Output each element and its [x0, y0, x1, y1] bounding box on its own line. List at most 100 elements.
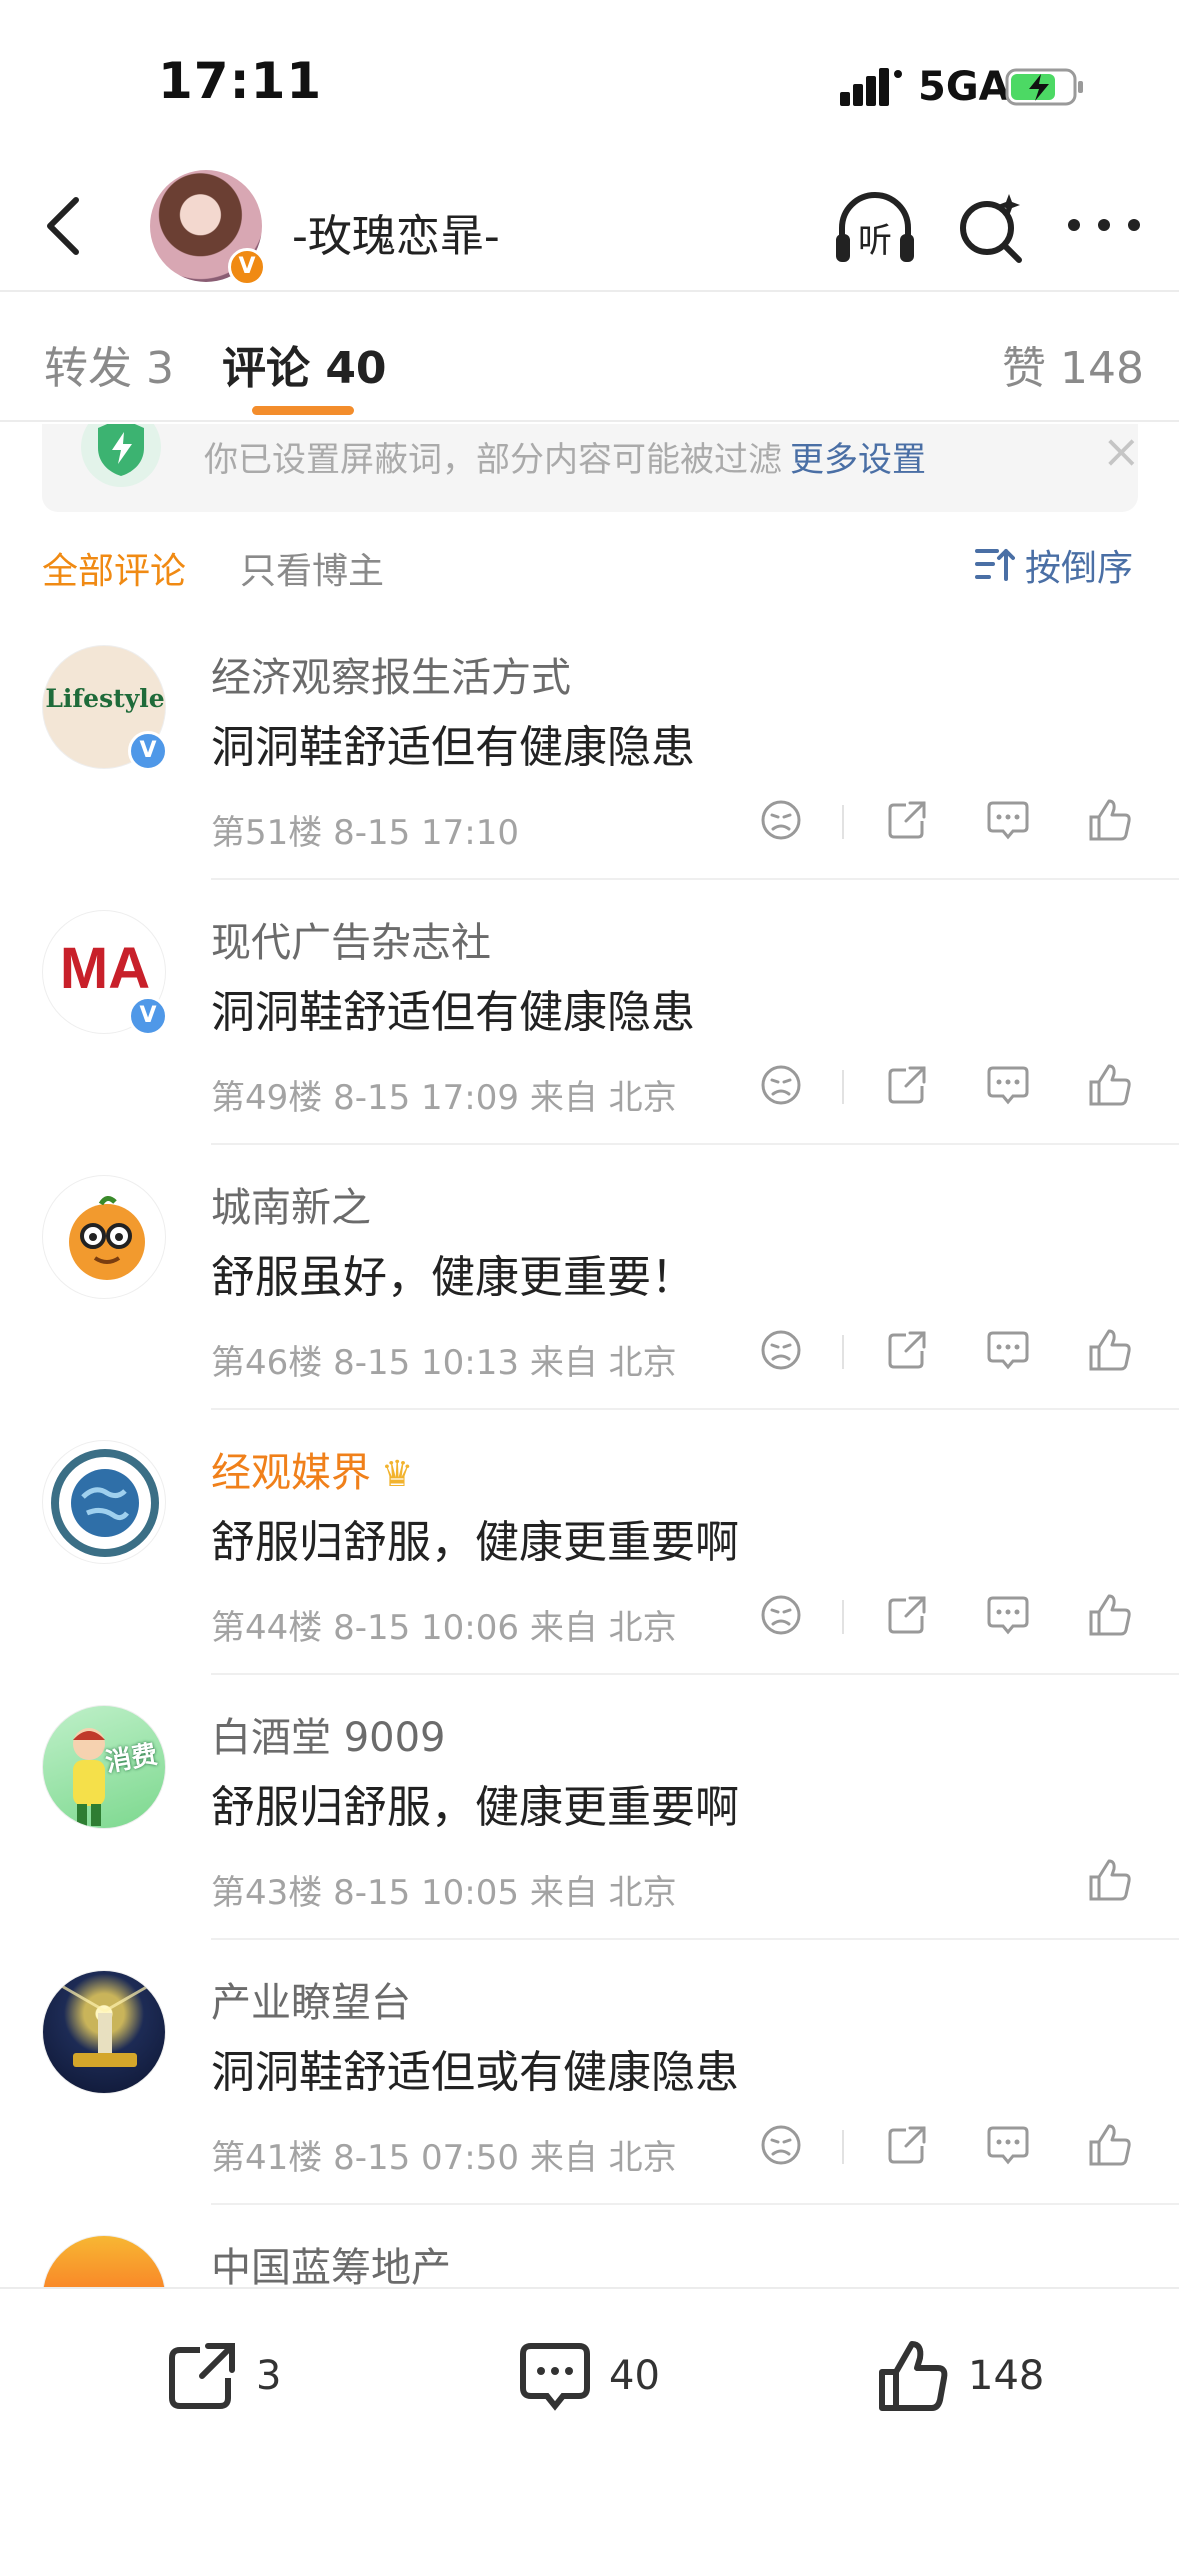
more-icon[interactable] — [1066, 210, 1142, 240]
notice-text: 你已设置屏蔽词，部分内容可能被过滤 更多设置 — [204, 440, 926, 480]
comment-meta: 第44楼 8-15 10:06 来自 北京 — [211, 1608, 677, 1648]
like-icon[interactable] — [1085, 1325, 1135, 1375]
comment-filter-row: 全部评论 只看博主 按倒序 — [0, 530, 1179, 600]
comment-meta: 第51楼 8-15 17:10 — [211, 813, 520, 853]
avatar-logo-text: Lifestyle — [45, 684, 165, 713]
commenter-name[interactable]: 经济观察报生活方式 — [211, 645, 571, 703]
more-settings-link[interactable]: 更多设置 — [790, 440, 926, 480]
avatar-logo-text: MA — [59, 936, 151, 1001]
listen-label: 听 — [858, 221, 892, 261]
like-icon[interactable] — [1085, 795, 1135, 845]
tab-bar: 转发 3 评论 40 赞 148 — [0, 294, 1179, 422]
like-icon[interactable] — [1085, 1060, 1135, 1110]
comment-item[interactable]: Lifestyle V 经济观察报生活方式 洞洞鞋舒适但有健康隐患 第51楼 8… — [0, 615, 1179, 880]
share-count: 3 — [256, 2353, 282, 2399]
comment-meta: 第41楼 8-15 07:50 来自 北京 — [211, 2138, 677, 2178]
separator — [842, 2130, 844, 2164]
separator — [842, 1600, 844, 1634]
orange-character-icon — [69, 1196, 145, 1280]
commenter-avatar[interactable] — [42, 1440, 166, 1564]
comment-meta: 第43楼 8-15 10:05 来自 北京 — [211, 1873, 677, 1913]
reply-icon[interactable] — [983, 1060, 1033, 1110]
share-icon[interactable] — [882, 2120, 932, 2170]
share-icon[interactable] — [882, 1325, 932, 1375]
verified-badge-icon: V — [128, 731, 168, 771]
comment-text: 洞洞鞋舒适但有健康隐患 — [211, 722, 695, 773]
shield-icon — [81, 424, 161, 487]
commenter-name[interactable]: 中国蓝筹地产 — [211, 2235, 451, 2287]
commenter-name[interactable]: 城南新之 — [211, 1175, 371, 1233]
close-icon[interactable]: × — [1102, 424, 1138, 478]
tab-repost[interactable]: 转发 3 — [44, 332, 174, 396]
comment-text: 舒服虽好，健康更重要！ — [211, 1252, 695, 1303]
lighthouse-icon — [52, 1979, 158, 2067]
dislike-icon[interactable] — [756, 2120, 806, 2170]
reply-icon[interactable] — [983, 1590, 1033, 1640]
comment-text: 舒服归舒服，健康更重要啊 — [211, 1782, 739, 1833]
filter-owner-only[interactable]: 只看博主 — [240, 542, 384, 594]
comment-item[interactable]: 消费 白酒堂 9009 舒服归舒服，健康更重要啊 第43楼 8-15 10:05… — [0, 1675, 1179, 1940]
bottom-share-button[interactable]: 3 — [162, 2331, 281, 2421]
share-icon — [169, 2343, 235, 2409]
comment-text: 洞洞鞋舒适但有健康隐患 — [211, 987, 695, 1038]
share-icon[interactable] — [882, 1060, 932, 1110]
comment-item[interactable]: 经观媒界 ♛ 舒服归舒服，健康更重要啊 第44楼 8-15 10:06 来自 北京 — [0, 1410, 1179, 1675]
reply-icon[interactable] — [983, 2120, 1033, 2170]
comment-count: 40 — [609, 2353, 660, 2399]
separator — [842, 1335, 844, 1369]
dislike-icon[interactable] — [756, 795, 806, 845]
comment-item[interactable]: 城南新之 舒服虽好，健康更重要！ 第46楼 8-15 10:13 来自 北京 — [0, 1145, 1179, 1410]
reply-icon[interactable] — [983, 1325, 1033, 1375]
author-name[interactable]: -玫瑰恋暃- — [292, 200, 500, 264]
network-type: 5GA — [918, 64, 1010, 110]
commenter-avatar[interactable] — [42, 1175, 166, 1299]
comment-icon — [520, 2343, 590, 2411]
listen-icon[interactable]: 听 — [832, 190, 918, 270]
active-tab-indicator — [252, 406, 354, 415]
like-icon[interactable] — [1085, 1590, 1135, 1640]
tab-likes[interactable]: 赞 148 — [1002, 332, 1144, 396]
nav-bar: V -玫瑰恋暃- 听 — [0, 160, 1179, 292]
comment-item[interactable]: MA V 现代广告杂志社 洞洞鞋舒适但有健康隐患 第49楼 8-15 17:09… — [0, 880, 1179, 1145]
commenter-name[interactable]: 白酒堂 9009 — [211, 1705, 446, 1763]
comment-list: Lifestyle V 经济观察报生活方式 洞洞鞋舒适但有健康隐患 第51楼 8… — [0, 615, 1179, 2287]
like-icon — [879, 2341, 948, 2411]
dislike-icon[interactable] — [756, 1590, 806, 1640]
filter-all-comments[interactable]: 全部评论 — [42, 542, 186, 594]
commenter-avatar[interactable]: Lifestyle V — [42, 645, 168, 771]
signal-icon — [840, 68, 902, 106]
dislike-icon[interactable] — [756, 1060, 806, 1110]
comment-item[interactable]: 中国蓝筹地产 — [0, 2205, 1179, 2287]
commenter-avatar[interactable] — [42, 1970, 166, 2094]
sort-label: 按倒序 — [1025, 548, 1134, 589]
like-count: 148 — [968, 2353, 1045, 2399]
like-icon[interactable] — [1085, 1855, 1135, 1905]
comment-meta: 第49楼 8-15 17:09 来自 北京 — [211, 1078, 677, 1118]
author-avatar[interactable]: V — [150, 170, 266, 286]
like-icon[interactable] — [1085, 2120, 1135, 2170]
tab-comment[interactable]: 评论 40 — [222, 332, 387, 396]
commenter-avatar[interactable]: MA V — [42, 910, 168, 1036]
separator — [842, 805, 844, 839]
comment-text: 洞洞鞋舒适但或有健康隐患 — [211, 2047, 739, 2098]
bottom-like-button[interactable]: 148 — [874, 2331, 1044, 2421]
share-icon[interactable] — [882, 1590, 932, 1640]
commenter-avatar[interactable] — [42, 2235, 166, 2287]
commenter-name[interactable]: 产业瞭望台 — [211, 1970, 411, 2028]
comment-meta: 第46楼 8-15 10:13 来自 北京 — [211, 1343, 677, 1383]
sort-button[interactable]: 按倒序 — [975, 540, 1133, 590]
search-icon[interactable] — [955, 190, 1027, 266]
reply-icon[interactable] — [983, 795, 1033, 845]
comment-text: 舒服归舒服，健康更重要啊 — [211, 1517, 739, 1568]
comment-item[interactable]: 产业瞭望台 洞洞鞋舒适但或有健康隐患 第41楼 8-15 07:50 来自 北京 — [0, 1940, 1179, 2205]
share-icon[interactable] — [882, 795, 932, 845]
bottom-comment-button[interactable]: 40 — [515, 2331, 660, 2421]
commenter-name[interactable]: 经观媒界 ♛ — [211, 1440, 413, 1498]
verified-badge-icon: V — [128, 996, 168, 1036]
filter-notice-banner: 你已设置屏蔽词，部分内容可能被过滤 更多设置 × — [42, 424, 1138, 512]
commenter-name[interactable]: 现代广告杂志社 — [211, 910, 491, 968]
back-button[interactable] — [30, 190, 100, 262]
bottom-action-bar: 3 40 148 — [0, 2287, 1179, 2556]
dislike-icon[interactable] — [756, 1325, 806, 1375]
commenter-avatar[interactable]: 消费 — [42, 1705, 166, 1829]
